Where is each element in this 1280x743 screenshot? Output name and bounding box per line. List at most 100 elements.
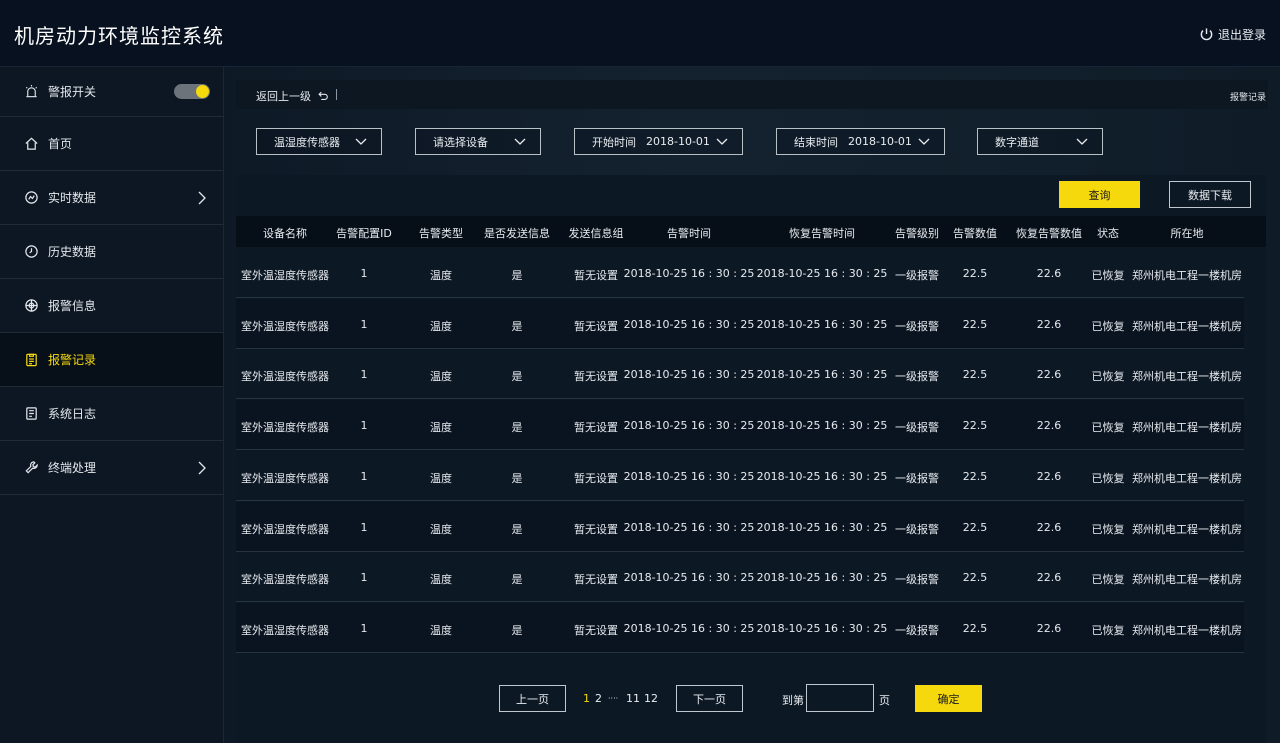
table-cell: 是: [511, 370, 523, 384]
sensor-select[interactable]: 温湿度传感器: [256, 128, 382, 155]
table-cell: 2018-10-25 16 : 30 : 25: [623, 368, 755, 382]
table-cell: 已恢复: [1091, 573, 1125, 587]
table-cell: 已恢复: [1091, 421, 1125, 435]
table-cell: 暂无设置: [574, 573, 618, 587]
table-cell: 是: [511, 421, 523, 435]
end-time-value: 2018-10-01: [848, 135, 912, 148]
table-cell: 室外温湿度传感器: [241, 471, 329, 485]
table-cell: 已恢复: [1091, 269, 1125, 282]
sidebar-item-5[interactable]: 报警记录: [0, 333, 223, 387]
prev-page-button[interactable]: 上一页: [499, 685, 566, 712]
table-cell: 郑州机电工程一楼机房: [1132, 573, 1242, 587]
table-cell: 2018-10-25 16 : 30 : 25: [623, 571, 755, 585]
sidebar-item-3[interactable]: 历史数据: [0, 225, 223, 279]
app-window: 机房动力环境监控系统 退出登录 警报开关 首页 实时数据 历史数据 报警信息 报警记录系…: [0, 0, 1280, 743]
table-cell: 2018-10-25 16 : 30 : 25: [623, 267, 755, 280]
column-header: 是否发送信息: [484, 227, 550, 240]
page-number[interactable]: 11: [626, 692, 640, 705]
table-cell: 暂无设置: [574, 471, 618, 485]
back-button[interactable]: 返回上一级: [256, 88, 329, 104]
start-time-select[interactable]: 开始时间 2018-10-01: [574, 128, 743, 155]
chevron-down-icon: [514, 138, 526, 145]
goto-page-input[interactable]: [806, 684, 874, 712]
sidebar-item-6[interactable]: 系统日志: [0, 387, 223, 441]
table-cell: 室外温湿度传感器: [241, 573, 329, 587]
sidebar-item-7[interactable]: 终端处理: [0, 441, 223, 495]
table-row[interactable]: 室外温湿度传感器 1 温度是暂无设置 2018-10-25 16 : 30 : 25 2…: [236, 349, 1244, 400]
clipboard-icon: [24, 352, 39, 367]
table-cell: 已恢复: [1091, 319, 1125, 333]
table-cell: 1: [360, 317, 368, 331]
column-header: 恢复告警时间: [789, 227, 855, 240]
table-cell: 室外温湿度传感器: [241, 269, 329, 282]
table-cell: 一级报警: [895, 370, 939, 384]
page-number[interactable]: 2: [595, 692, 602, 705]
table-cell: 一级报警: [895, 269, 939, 282]
next-page-button[interactable]: 下一页: [676, 685, 743, 712]
start-time-label: 开始时间: [592, 135, 636, 149]
siren-icon: [24, 84, 39, 99]
table-row[interactable]: 室外温湿度传感器 1 温度是暂无设置 2018-10-25 16 : 30 : 25 2…: [236, 248, 1244, 298]
table-row[interactable]: 室外温湿度传感器 1 温度是暂无设置 2018-10-25 16 : 30 : 25 2…: [236, 602, 1244, 653]
device-select[interactable]: 请选择设备: [415, 128, 541, 155]
table-cell: 22.6: [1036, 469, 1062, 483]
download-button[interactable]: 数据下载: [1169, 181, 1251, 208]
sidebar-item-label: 系统日志: [48, 407, 97, 421]
query-button[interactable]: 查询: [1059, 181, 1140, 208]
table-cell: 是: [511, 623, 523, 637]
table-cell: 郑州机电工程一楼机房: [1132, 623, 1242, 637]
alarm-toggle[interactable]: [174, 84, 210, 99]
table-row[interactable]: 室外温湿度传感器 1 温度是暂无设置 2018-10-25 16 : 30 : 25 2…: [236, 552, 1244, 603]
end-time-select[interactable]: 结束时间 2018-10-01: [776, 128, 945, 155]
table-cell: 22.6: [1036, 419, 1062, 433]
table-cell: 温度: [430, 522, 452, 536]
table-cell: 郑州机电工程一楼机房: [1132, 269, 1242, 282]
table-cell: 22.6: [1036, 368, 1062, 382]
breadcrumb: 返回上一级 报警记录: [236, 80, 1268, 109]
logout-label: 退出登录: [1217, 28, 1266, 42]
table-cell: 2018-10-25 16 : 30 : 25: [623, 520, 755, 534]
table-row[interactable]: 室外温湿度传感器 1 温度是暂无设置 2018-10-25 16 : 30 : 25 2…: [236, 298, 1244, 349]
table-cell: 暂无设置: [574, 421, 618, 435]
sidebar-item-1[interactable]: 首页: [0, 117, 223, 171]
table-cell: 温度: [430, 573, 452, 587]
table-cell: 室外温湿度传感器: [241, 370, 329, 384]
sidebar-item-2[interactable]: 实时数据: [0, 171, 223, 225]
table-cell: 室外温湿度传感器: [241, 623, 329, 637]
table-cell: 是: [511, 269, 523, 282]
confirm-button[interactable]: 确定: [915, 685, 982, 712]
table-cell: 室外温湿度传感器: [241, 319, 329, 333]
sidebar-item-4[interactable]: 报警信息: [0, 279, 223, 333]
sidebar-item-label: 实时数据: [48, 191, 97, 205]
table-cell: 2018-10-25 16 : 30 : 25: [756, 520, 888, 534]
page-number[interactable]: 12: [644, 692, 658, 705]
table-cell: 已恢复: [1091, 522, 1125, 536]
table-cell: 郑州机电工程一楼机房: [1132, 522, 1242, 536]
page-number[interactable]: 1: [583, 692, 590, 705]
table-cell: 1: [360, 520, 368, 534]
table-row[interactable]: 室外温湿度传感器 1 温度是暂无设置 2018-10-25 16 : 30 : 25 2…: [236, 501, 1244, 552]
table-cell: 是: [511, 319, 523, 333]
table-cell: 暂无设置: [574, 269, 618, 282]
table-cell: 温度: [430, 421, 452, 435]
chevron-right-icon: [198, 461, 206, 474]
column-header: 告警类型: [419, 227, 463, 240]
column-header: 告警时间: [667, 227, 711, 240]
end-time-label: 结束时间: [794, 135, 838, 149]
alarm-info-icon: [24, 298, 39, 313]
column-header: 告警数值: [953, 227, 997, 240]
column-header: 发送信息组: [568, 227, 624, 240]
chevron-down-icon: [355, 138, 367, 145]
table-cell: 2018-10-25 16 : 30 : 25: [756, 419, 888, 433]
toggle-knob: [196, 85, 209, 98]
table-row[interactable]: 室外温湿度传感器 1 温度是暂无设置 2018-10-25 16 : 30 : 25 2…: [236, 451, 1244, 501]
realtime-data-icon: [24, 190, 39, 205]
table-row[interactable]: 室外温湿度传感器 1 温度是暂无设置 2018-10-25 16 : 30 : 25 2…: [236, 400, 1244, 451]
column-header: 告警配置ID: [336, 227, 392, 240]
sidebar-item-label: 首页: [48, 137, 73, 151]
sidebar-item-label: 终端处理: [48, 461, 97, 475]
table-cell: 2018-10-25 16 : 30 : 25: [756, 469, 888, 483]
logout-button[interactable]: 退出登录: [1199, 26, 1266, 43]
channel-select[interactable]: 数字通道: [977, 128, 1103, 155]
table-cell: 室外温湿度传感器: [241, 522, 329, 536]
